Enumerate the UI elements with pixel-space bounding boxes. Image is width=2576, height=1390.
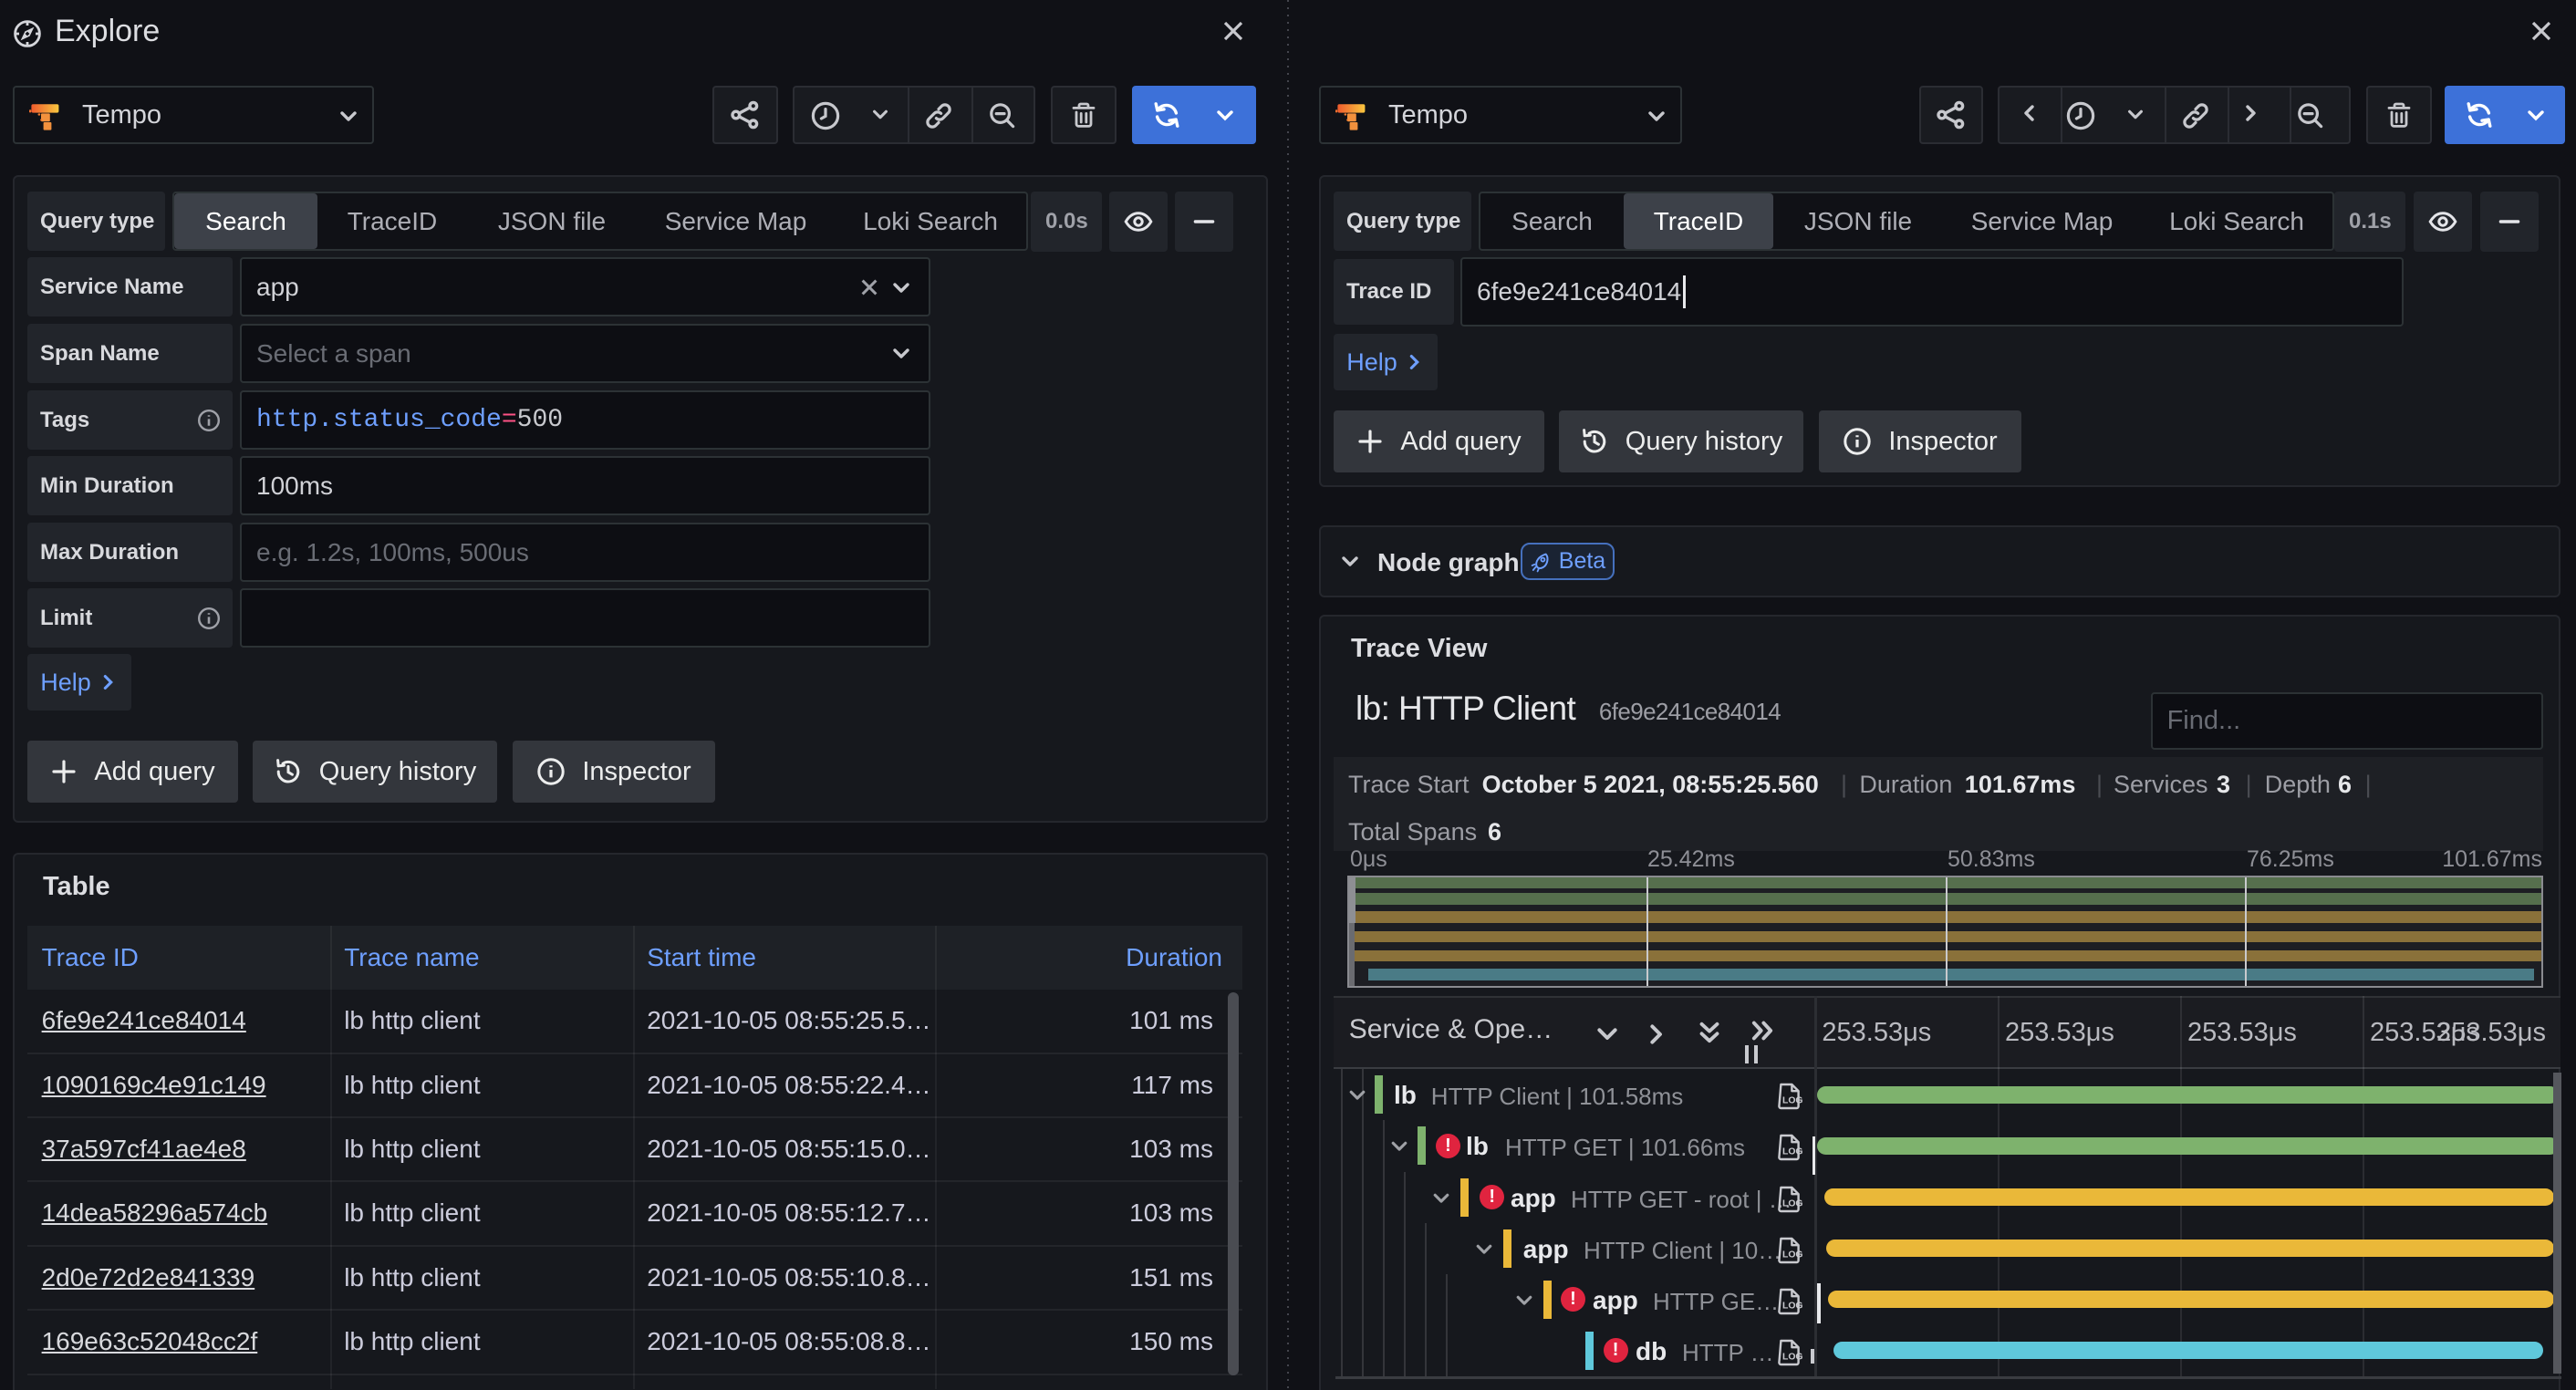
svg-text:LOG: LOG bbox=[1782, 1301, 1802, 1311]
svg-text:LOG: LOG bbox=[1782, 1353, 1802, 1363]
svg-text:LOG: LOG bbox=[1782, 1096, 1802, 1106]
svg-text:LOG: LOG bbox=[1782, 1147, 1802, 1157]
svg-text:LOG: LOG bbox=[1782, 1198, 1802, 1208]
svg-text:LOG: LOG bbox=[1782, 1250, 1802, 1260]
